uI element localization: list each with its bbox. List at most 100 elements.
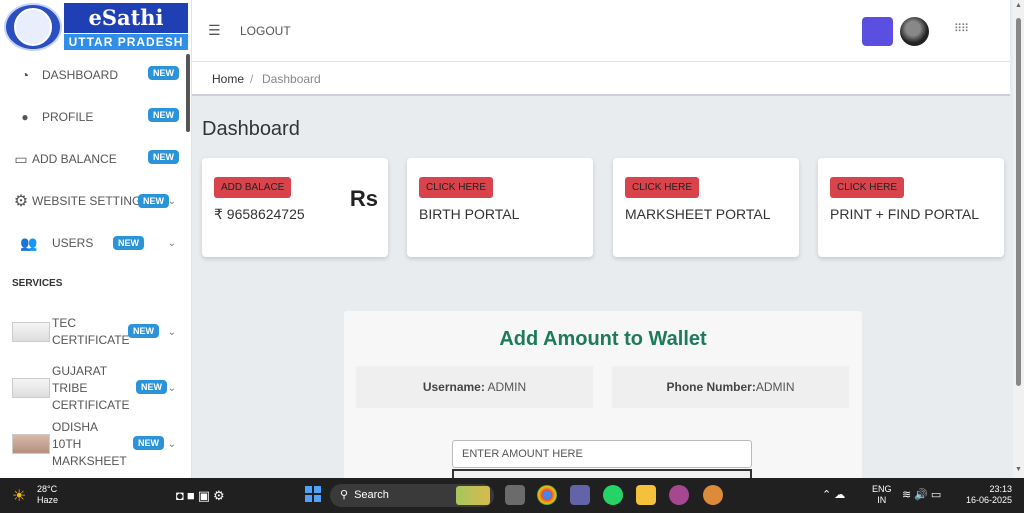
scroll-up-icon[interactable]: ▲ <box>1015 2 1022 9</box>
windows-start-icon[interactable] <box>305 486 321 502</box>
click-here-button[interactable]: CLICK HERE <box>625 177 700 198</box>
amount-input[interactable]: ENTER AMOUNT HERE <box>452 440 752 468</box>
wifi-volume-battery-icons[interactable]: ≋🔊▭ <box>902 488 944 501</box>
breadcrumb-separator: / <box>250 72 254 86</box>
sidebar-item-label: TEC CERTIFICATE <box>52 316 130 347</box>
sidebar-item-gujarat-tribe-certificate[interactable]: GUJARAT TRIBE CERTIFICATE NEW ⌄ <box>0 360 186 416</box>
brand-logo[interactable]: eSathi UTTAR PRADESH <box>0 0 191 54</box>
weather-condition: Haze <box>37 495 59 505</box>
clock-time: 23:13 <box>989 484 1012 494</box>
file-explorer-icon[interactable] <box>636 485 656 505</box>
weather-widget[interactable]: 28°C Haze <box>37 484 58 506</box>
clock-date: 16-06-2025 <box>965 495 1012 505</box>
click-here-button[interactable]: CLICK HERE <box>830 177 905 198</box>
add-wallet-panel: Add Amount to Wallet Username: ADMIN Pho… <box>344 311 862 481</box>
username-value: ADMIN <box>484 380 527 394</box>
haze-weather-icon[interactable]: ☀ <box>12 486 26 506</box>
add-balance-button[interactable]: ADD BALACE <box>214 177 292 198</box>
wallet-title: Add Amount to Wallet <box>499 328 707 350</box>
sidebar-scrollbar[interactable] <box>186 54 190 132</box>
system-clock[interactable]: 23:13 16-06-2025 <box>962 484 1012 506</box>
services-section-title: SERVICES <box>12 278 63 289</box>
sidebar: eSathi UTTAR PRADESH ◔ DASHBOARD NEW ● P… <box>0 0 192 478</box>
breadcrumb-current: Dashboard <box>262 72 321 86</box>
chevron-down-icon[interactable]: ⌄ <box>168 238 176 249</box>
username-info: Username: ADMIN <box>356 366 593 408</box>
search-highlight-image <box>456 486 490 505</box>
sidebar-nav: ◔ DASHBOARD NEW ● PROFILE NEW ▭ ADD BALA… <box>0 54 186 472</box>
language-code: ENG <box>872 484 892 494</box>
sidebar-item-website-settings[interactable]: ⚙ WEBSITE SETTINGS NEW ⌄ <box>0 180 186 222</box>
camera-settings-icons[interactable]: ◘■▣⚙ <box>176 488 228 504</box>
chrome-profile-2-icon[interactable] <box>703 485 723 505</box>
phone-label: Phone Number: <box>666 380 756 394</box>
new-badge: NEW <box>128 324 159 338</box>
sidebar-item-users[interactable]: 👥 USERS NEW ⌄ <box>0 222 186 264</box>
sidebar-item-tec-certificate[interactable]: TEC CERTIFICATE NEW ⌄ <box>0 304 186 360</box>
logout-link[interactable]: LOGOUT <box>240 24 291 38</box>
page-scrollbar[interactable]: ▲ ▼ <box>1013 0 1024 478</box>
print-find-portal-card: CLICK HERE PRINT + FIND PORTAL <box>818 158 1004 257</box>
sidebar-item-label: ODISHA 10TH MARKSHEET <box>52 419 127 468</box>
taskbar-search[interactable]: ⚲ Search <box>330 484 494 507</box>
new-badge: NEW <box>148 108 179 122</box>
wallet-icon: ▭ <box>14 150 28 167</box>
region-code: IN <box>877 495 887 505</box>
chevron-down-icon[interactable]: ⌄ <box>168 439 176 450</box>
profile-color-button[interactable] <box>862 17 893 46</box>
new-badge: NEW <box>133 436 164 450</box>
birth-portal-card: CLICK HERE BIRTH PORTAL <box>407 158 593 257</box>
menu-toggle-icon[interactable]: ☰ <box>208 22 221 39</box>
users-icon: 👥 <box>20 234 38 251</box>
whatsapp-icon[interactable] <box>603 485 623 505</box>
new-badge: NEW <box>148 150 179 164</box>
username-label: Username: <box>422 380 485 394</box>
chevron-down-icon[interactable]: ⌄ <box>168 327 176 338</box>
breadcrumb: Home / Dashboard <box>192 62 1010 96</box>
phone-value: ADMIN <box>755 380 795 394</box>
breadcrumb-home[interactable]: Home <box>212 72 244 86</box>
user-avatar[interactable] <box>900 17 929 46</box>
click-here-button[interactable]: CLICK HERE <box>419 177 494 198</box>
language-indicator[interactable]: ENG IN <box>872 484 892 506</box>
chrome-icon[interactable] <box>537 485 557 505</box>
sidebar-item-profile[interactable]: ● PROFILE NEW <box>0 96 186 138</box>
search-label: Search <box>354 489 389 501</box>
apps-grid-icon[interactable]: ⠿⠿ <box>954 22 969 35</box>
phone-info: Phone Number: ADMIN <box>612 366 849 408</box>
top-header: ☰ LOGOUT ⠿⠿ <box>192 0 1010 62</box>
sidebar-item-label: USERS <box>52 236 94 250</box>
chevron-down-icon[interactable]: ⌄ <box>168 196 176 207</box>
new-badge: NEW <box>138 194 169 208</box>
windows-taskbar: ☀ 28°C Haze ◘■▣⚙ ⚲ Search ⌃ ☁ ENG IN ≋🔊▭ … <box>0 478 1024 513</box>
brand-state: UTTAR PRADESH <box>64 34 188 50</box>
card-title: BIRTH PORTAL <box>419 206 520 222</box>
chevron-down-icon[interactable]: ⌄ <box>168 383 176 394</box>
balance-value: ₹ 9658624725 <box>214 206 305 222</box>
sidebar-item-label: WEBSITE SETTINGS <box>32 194 150 208</box>
tray-overflow-icons[interactable]: ⌃ ☁ <box>822 488 845 501</box>
sidebar-item-label: GUJARAT TRIBE CERTIFICATE <box>52 363 130 412</box>
certificate-thumbnail-icon <box>12 378 50 398</box>
new-badge: NEW <box>113 236 144 250</box>
page-title: Dashboard <box>202 118 300 140</box>
sidebar-item-odisha-10th-marksheet[interactable]: ODISHA 10TH MARKSHEET NEW ⌄ <box>0 416 186 472</box>
scroll-down-icon[interactable]: ▼ <box>1015 466 1022 473</box>
sidebar-item-label: DASHBOARD <box>42 68 119 82</box>
marksheet-portal-card: CLICK HERE MARKSHEET PORTAL <box>613 158 799 257</box>
task-view-icon[interactable] <box>505 485 525 505</box>
sidebar-item-dashboard[interactable]: ◔ DASHBOARD NEW <box>0 54 186 96</box>
certificate-thumbnail-icon <box>12 322 50 342</box>
marksheet-thumbnail-icon <box>12 434 50 454</box>
scrollbar-thumb[interactable] <box>1016 18 1021 386</box>
dashboard-gauge-icon: ◔ <box>20 67 30 83</box>
new-badge: NEW <box>148 66 179 80</box>
teams-icon[interactable] <box>570 485 590 505</box>
profile-avatar-icon: ● <box>21 110 29 124</box>
temperature: 28°C <box>37 484 58 494</box>
brand-name: eSathi <box>64 3 188 33</box>
rupee-symbol: Rs <box>349 186 378 211</box>
chrome-profile-icon[interactable] <box>669 485 689 505</box>
up-emblem-icon <box>4 3 62 51</box>
sidebar-item-add-balance[interactable]: ▭ ADD BALANCE NEW <box>0 138 186 180</box>
